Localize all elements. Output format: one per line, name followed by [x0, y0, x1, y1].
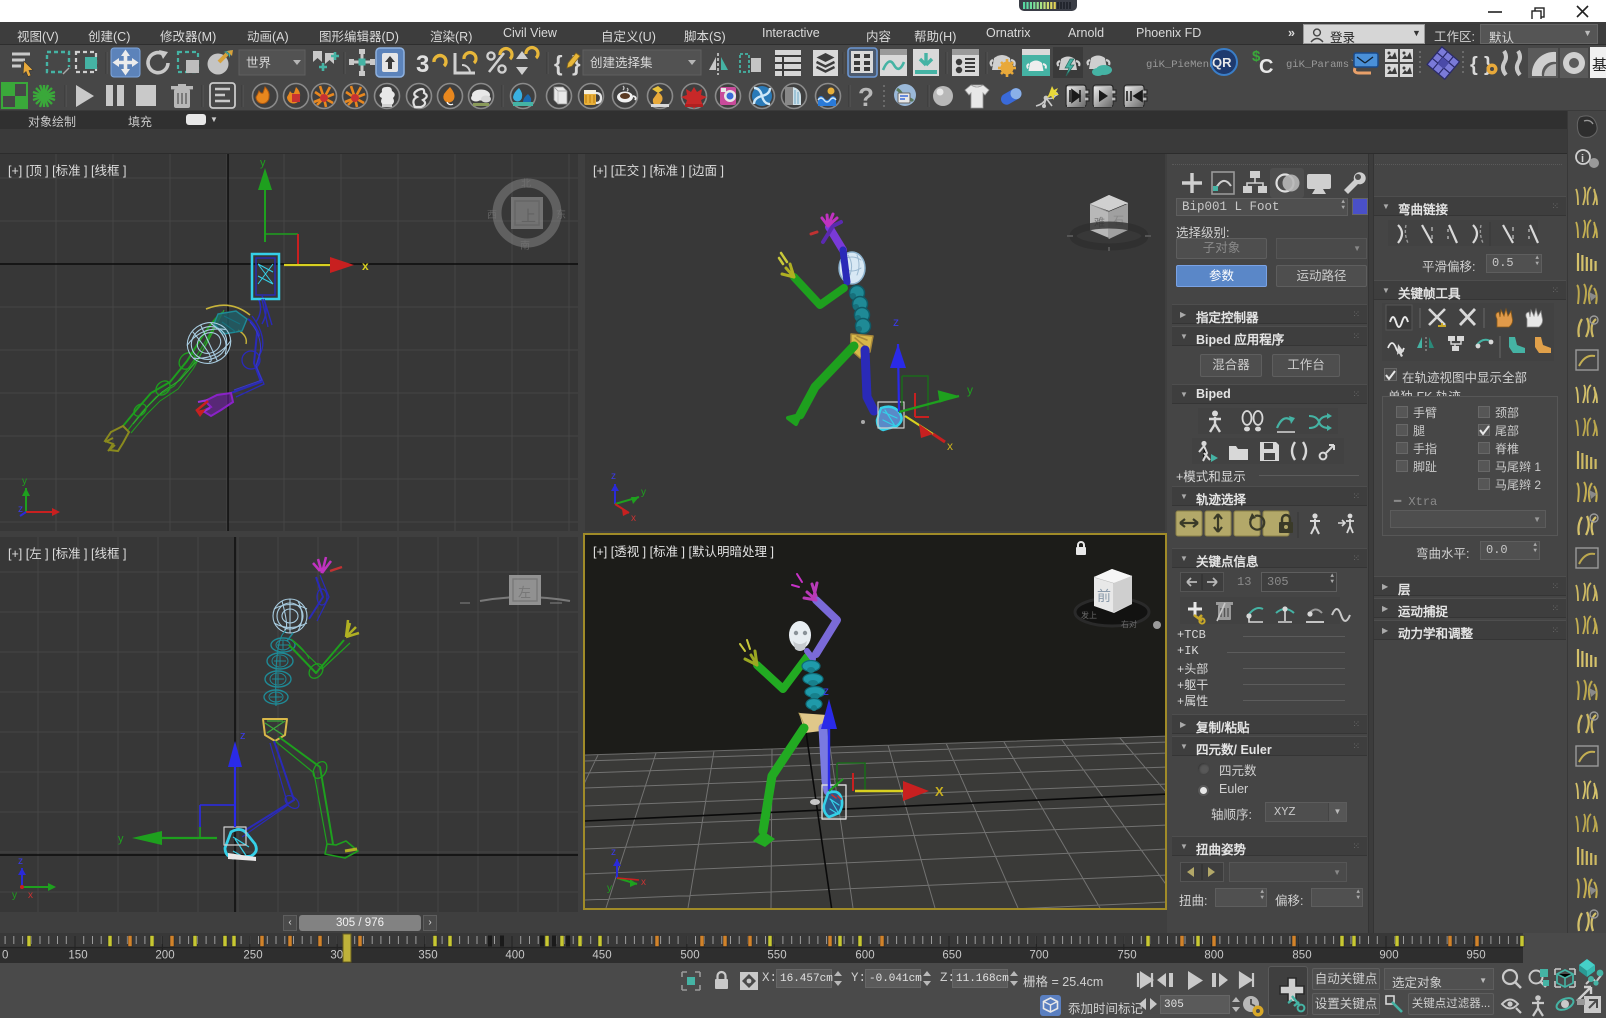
svg-text:发上: 发上 [1081, 610, 1097, 620]
svg-text:西: 西 [487, 210, 497, 221]
svg-text:450: 450 [592, 950, 611, 962]
svg-text:850: 850 [1292, 950, 1311, 962]
svg-text:创建选择集: 创建选择集 [590, 55, 653, 70]
svg-text:z: z [18, 856, 23, 867]
svg-text:右对: 右对 [1121, 619, 1137, 629]
svg-text:800: 800 [1204, 950, 1223, 962]
svg-text:{: { [1470, 54, 1478, 76]
svg-text:950: 950 [1466, 950, 1485, 962]
svg-text:150: 150 [68, 950, 87, 962]
svg-text:基: 基 [1592, 57, 1606, 74]
svg-text:y: y [260, 157, 266, 169]
svg-text:X: X [935, 784, 944, 799]
svg-text:前: 前 [1097, 588, 1111, 604]
svg-text:z: z [18, 504, 23, 515]
svg-text:y: y [967, 383, 973, 397]
svg-text:900: 900 [1379, 950, 1398, 962]
svg-text:y: y [22, 476, 27, 487]
svg-text:南: 南 [520, 239, 530, 252]
svg-text:750: 750 [1117, 950, 1136, 962]
svg-text:650: 650 [942, 950, 961, 962]
svg-text:y: y [118, 833, 124, 845]
svg-text:z: z [823, 684, 829, 698]
svg-text:x: x [631, 513, 636, 524]
svg-text:世界: 世界 [246, 56, 272, 70]
svg-text:C: C [1259, 56, 1273, 78]
svg-text:i: i [1581, 153, 1584, 165]
svg-text:z: z [611, 847, 616, 858]
svg-text:giK_Params`: giK_Params` [1286, 58, 1355, 71]
svg-text:左: 左 [518, 585, 531, 600]
svg-text:z: z [240, 730, 246, 742]
svg-text:3: 3 [416, 51, 429, 78]
svg-text:东: 东 [556, 208, 566, 221]
svg-text:x: x [641, 877, 646, 888]
svg-text:y: y [607, 883, 612, 894]
svg-text:y: y [641, 487, 646, 498]
svg-text:600: 600 [855, 950, 874, 962]
svg-text:y: y [12, 890, 17, 901]
svg-text:350: 350 [418, 950, 437, 962]
svg-text:x: x [362, 259, 369, 273]
svg-text:550: 550 [767, 950, 786, 962]
svg-text:z: z [893, 315, 899, 329]
svg-text:250: 250 [243, 950, 262, 962]
svg-text:x: x [28, 890, 33, 901]
svg-text:?: ? [858, 82, 874, 111]
svg-text:z: z [611, 471, 616, 482]
svg-text:北: 北 [521, 178, 531, 190]
svg-text:400: 400 [505, 950, 524, 962]
svg-text:0: 0 [2, 950, 8, 962]
svg-text:500: 500 [680, 950, 699, 962]
svg-text:200: 200 [155, 950, 174, 962]
svg-text:上: 上 [521, 208, 536, 225]
svg-text:x: x [947, 439, 953, 453]
svg-text:QR: QR [1212, 55, 1232, 70]
svg-text:{: { [554, 51, 563, 76]
svg-text:700: 700 [1029, 950, 1048, 962]
